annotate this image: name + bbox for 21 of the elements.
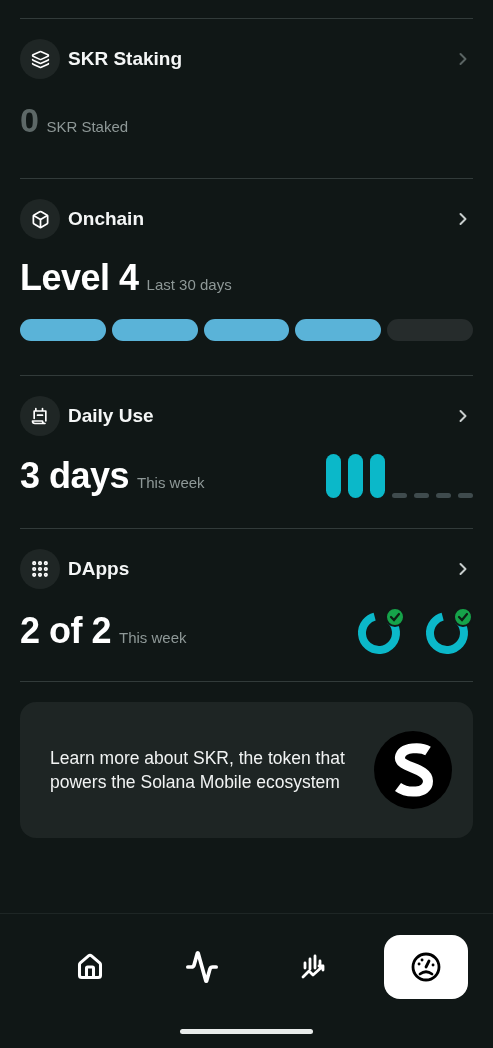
- gauge-face-icon: [409, 951, 442, 983]
- stat-value: 0: [20, 101, 39, 140]
- promo-text: Learn more about SKR, the token that powers the Solana Mobile ecosystem: [50, 746, 346, 794]
- section-title[interactable]: Onchain: [68, 208, 445, 230]
- stat-value: 2 of 2: [20, 610, 112, 652]
- home-icon: [75, 953, 104, 981]
- nav-tab[interactable]: [383, 935, 468, 999]
- stat-value: 3 days: [20, 455, 130, 497]
- stat-value: Level 4: [20, 257, 139, 299]
- promo-card[interactable]: Learn more about SKR, the token that powers the Solana Mobile ecosystem: [20, 702, 473, 838]
- layers-icon: [30, 49, 50, 69]
- stat-caption: This week: [119, 629, 187, 646]
- section-title[interactable]: Daily Use: [68, 405, 445, 427]
- pulse-icon: [184, 950, 219, 984]
- calendar-icon: [30, 406, 50, 426]
- section-title[interactable]: DApps: [68, 558, 445, 580]
- stat-caption: Last 30 days: [146, 276, 232, 293]
- dots-grid-icon: [30, 559, 50, 579]
- stat-caption: This week: [137, 474, 205, 491]
- cube-icon: [30, 209, 50, 229]
- stat-caption: SKR Staked: [46, 118, 129, 135]
